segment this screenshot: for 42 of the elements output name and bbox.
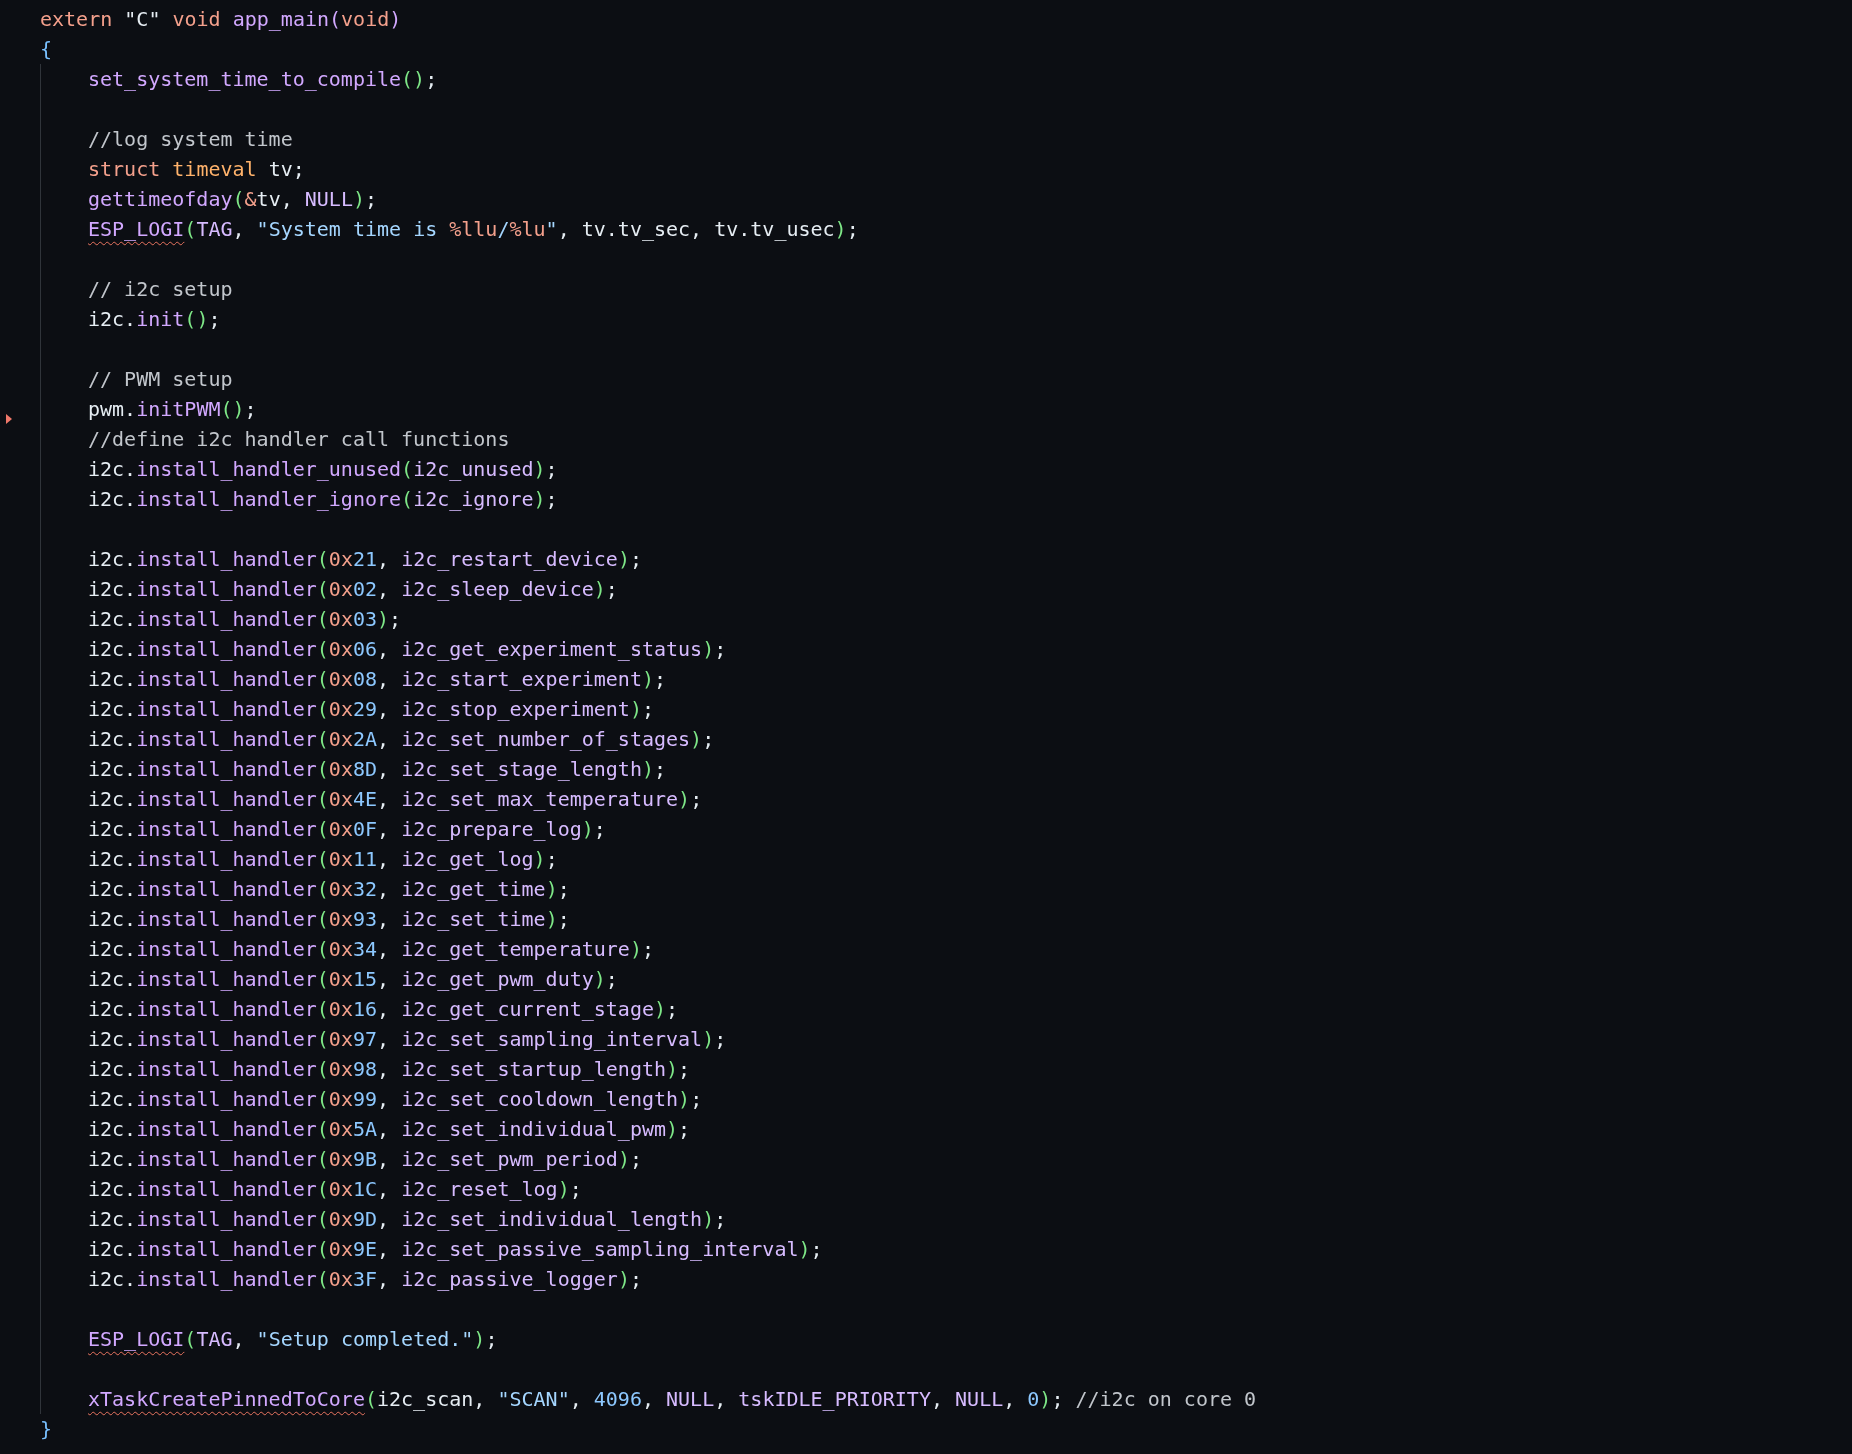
code-line: { bbox=[40, 36, 54, 63]
code-line: i2c.install_handler(0x2A, i2c_set_number_of_stages); bbox=[88, 726, 716, 753]
code-line: i2c.install_handler_unused(i2c_unused); bbox=[88, 456, 559, 483]
code-line: pwm.initPWM(); bbox=[88, 394, 1852, 424]
code-line: ESP_LOGI(TAG, "System time is %llu/%lu", tv.tv_sec, tv.tv_usec); bbox=[88, 216, 860, 243]
code-line: i2c.install_handler(0x03); bbox=[88, 606, 403, 633]
code-line: i2c.install_handler(0x1C, i2c_reset_log); bbox=[88, 1176, 583, 1203]
code-line: i2c.install_handler(0x08, i2c_start_experiment); bbox=[88, 666, 668, 693]
code-line: //define i2c handler call functions bbox=[88, 426, 511, 453]
code-line: i2c.install_handler(0x15, i2c_get_pwm_duty); bbox=[88, 966, 619, 993]
code-line: i2c.install_handler(0x32, i2c_get_time); bbox=[88, 876, 571, 903]
code-line: i2c.init(); bbox=[88, 306, 222, 333]
code-line: i2c.install_handler(0x8D, i2c_set_stage_length); bbox=[88, 756, 668, 783]
code-line: set_system_time_to_compile(); bbox=[88, 66, 439, 93]
code-line: i2c.install_handler(0x02, i2c_sleep_device); bbox=[88, 576, 619, 603]
code-line: i2c.install_handler(0x98, i2c_set_startup_length); bbox=[88, 1056, 692, 1083]
code-line: i2c.install_handler(0x34, i2c_get_temperature); bbox=[88, 936, 655, 963]
code-line: i2c.install_handler(0x9B, i2c_set_pwm_period); bbox=[88, 1146, 643, 1173]
code-line: xTaskCreatePinnedToCore(i2c_scan, "SCAN", 4096, NULL, tskIDLE_PRIORITY, NULL, 0); //i2c on core 0 bbox=[88, 1386, 1258, 1413]
code-line: i2c.install_handler(0x9E, i2c_set_passive_sampling_interval); bbox=[88, 1236, 824, 1263]
code-line: i2c.install_handler(0x06, i2c_get_experiment_status); bbox=[88, 636, 728, 663]
code-line: // PWM setup bbox=[88, 366, 234, 393]
code-line: extern "C" void app_main(void) bbox=[40, 6, 403, 33]
code-line: i2c.install_handler(0x3F, i2c_passive_logger); bbox=[88, 1266, 643, 1293]
code-line: struct timeval tv; bbox=[88, 156, 306, 183]
code-line: i2c.install_handler(0x97, i2c_set_sampling_interval); bbox=[88, 1026, 728, 1053]
code-line: ESP_LOGI(TAG, "Setup completed."); bbox=[88, 1326, 499, 1353]
code-line: i2c.install_handler(0x11, i2c_get_log); bbox=[88, 846, 559, 873]
code-line: i2c.install_handler(0x21, i2c_restart_device); bbox=[88, 546, 643, 573]
code-line: gettimeofday(&tv, NULL); bbox=[88, 186, 379, 213]
code-line: i2c.install_handler_ignore(i2c_ignore); bbox=[88, 486, 559, 513]
code-line: i2c.install_handler(0x4E, i2c_set_max_temperature); bbox=[88, 786, 704, 813]
code-line: i2c.install_handler(0x99, i2c_set_cooldown_length); bbox=[88, 1086, 704, 1113]
code-line: i2c.install_handler(0x29, i2c_stop_experiment); bbox=[88, 696, 655, 723]
code-line: } bbox=[40, 1416, 54, 1443]
code-line: //log system time bbox=[88, 126, 294, 153]
code-line: i2c.install_handler(0x0F, i2c_prepare_log); bbox=[88, 816, 607, 843]
code-line: i2c.install_handler(0x5A, i2c_set_individual_pwm); bbox=[88, 1116, 692, 1143]
code-line: i2c.install_handler(0x9D, i2c_set_individual_length); bbox=[88, 1206, 728, 1233]
code-line: // i2c setup bbox=[88, 276, 234, 303]
code-line: i2c.install_handler(0x93, i2c_set_time); bbox=[88, 906, 571, 933]
code-line: i2c.install_handler(0x16, i2c_get_current_stage); bbox=[88, 996, 680, 1023]
